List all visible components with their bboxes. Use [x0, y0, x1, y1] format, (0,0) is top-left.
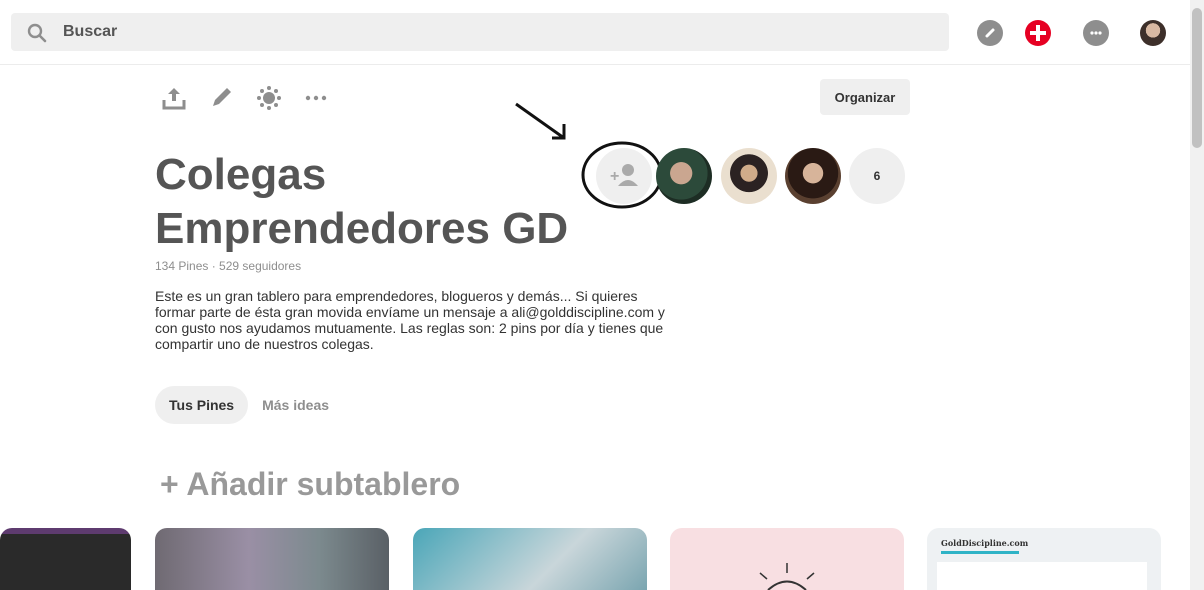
- share-icon[interactable]: [160, 84, 188, 112]
- pin-accent-line: [941, 551, 1019, 554]
- pin-tag-text: GoldDiscipline.com: [941, 538, 1029, 548]
- search-icon: [27, 23, 47, 43]
- pin-image[interactable]: [0, 528, 131, 590]
- board-tabs: Tus Pines Más ideas: [155, 386, 343, 424]
- organize-button[interactable]: Organizar: [820, 79, 910, 115]
- more-options-icon[interactable]: [302, 84, 330, 112]
- board-settings-sun-icon[interactable]: [255, 84, 283, 112]
- collaborator-avatar[interactable]: [721, 148, 777, 204]
- lightbulb-icon: [759, 563, 815, 590]
- compass-icon[interactable]: [977, 20, 1003, 46]
- pin-image[interactable]: [670, 528, 904, 590]
- scrollbar-thumb[interactable]: [1192, 8, 1202, 148]
- annotation-circle: [581, 141, 663, 209]
- pin-image[interactable]: [413, 528, 647, 590]
- edit-pencil-icon[interactable]: [207, 84, 235, 112]
- search-label: Buscar: [63, 23, 118, 40]
- top-bar: Buscar: [0, 0, 1204, 65]
- collaborator-count[interactable]: 6: [849, 148, 905, 204]
- pin-card: [937, 562, 1147, 590]
- search-input[interactable]: Buscar: [11, 13, 949, 51]
- pin-image[interactable]: [155, 528, 389, 590]
- tab-your-pins[interactable]: Tus Pines: [155, 386, 249, 424]
- board-description: Este es un gran tablero para emprendedor…: [155, 288, 665, 352]
- messages-icon[interactable]: [1083, 20, 1109, 46]
- tab-more-ideas[interactable]: Más ideas: [248, 386, 343, 424]
- annotation-arrow: [515, 102, 566, 140]
- collaborator-avatar[interactable]: [656, 148, 712, 204]
- collaborator-avatar[interactable]: [785, 148, 841, 204]
- add-subboard-button[interactable]: + Añadir subtablero: [160, 466, 460, 503]
- profile-avatar[interactable]: [1140, 20, 1166, 46]
- scrollbar[interactable]: [1190, 0, 1204, 590]
- pin-image[interactable]: GoldDiscipline.com: [927, 528, 1161, 590]
- create-plus-icon[interactable]: [1025, 20, 1051, 46]
- board-title: Colegas Emprendedores GD: [155, 150, 569, 253]
- board-stats: 134 Pines · 529 seguidores: [155, 259, 302, 273]
